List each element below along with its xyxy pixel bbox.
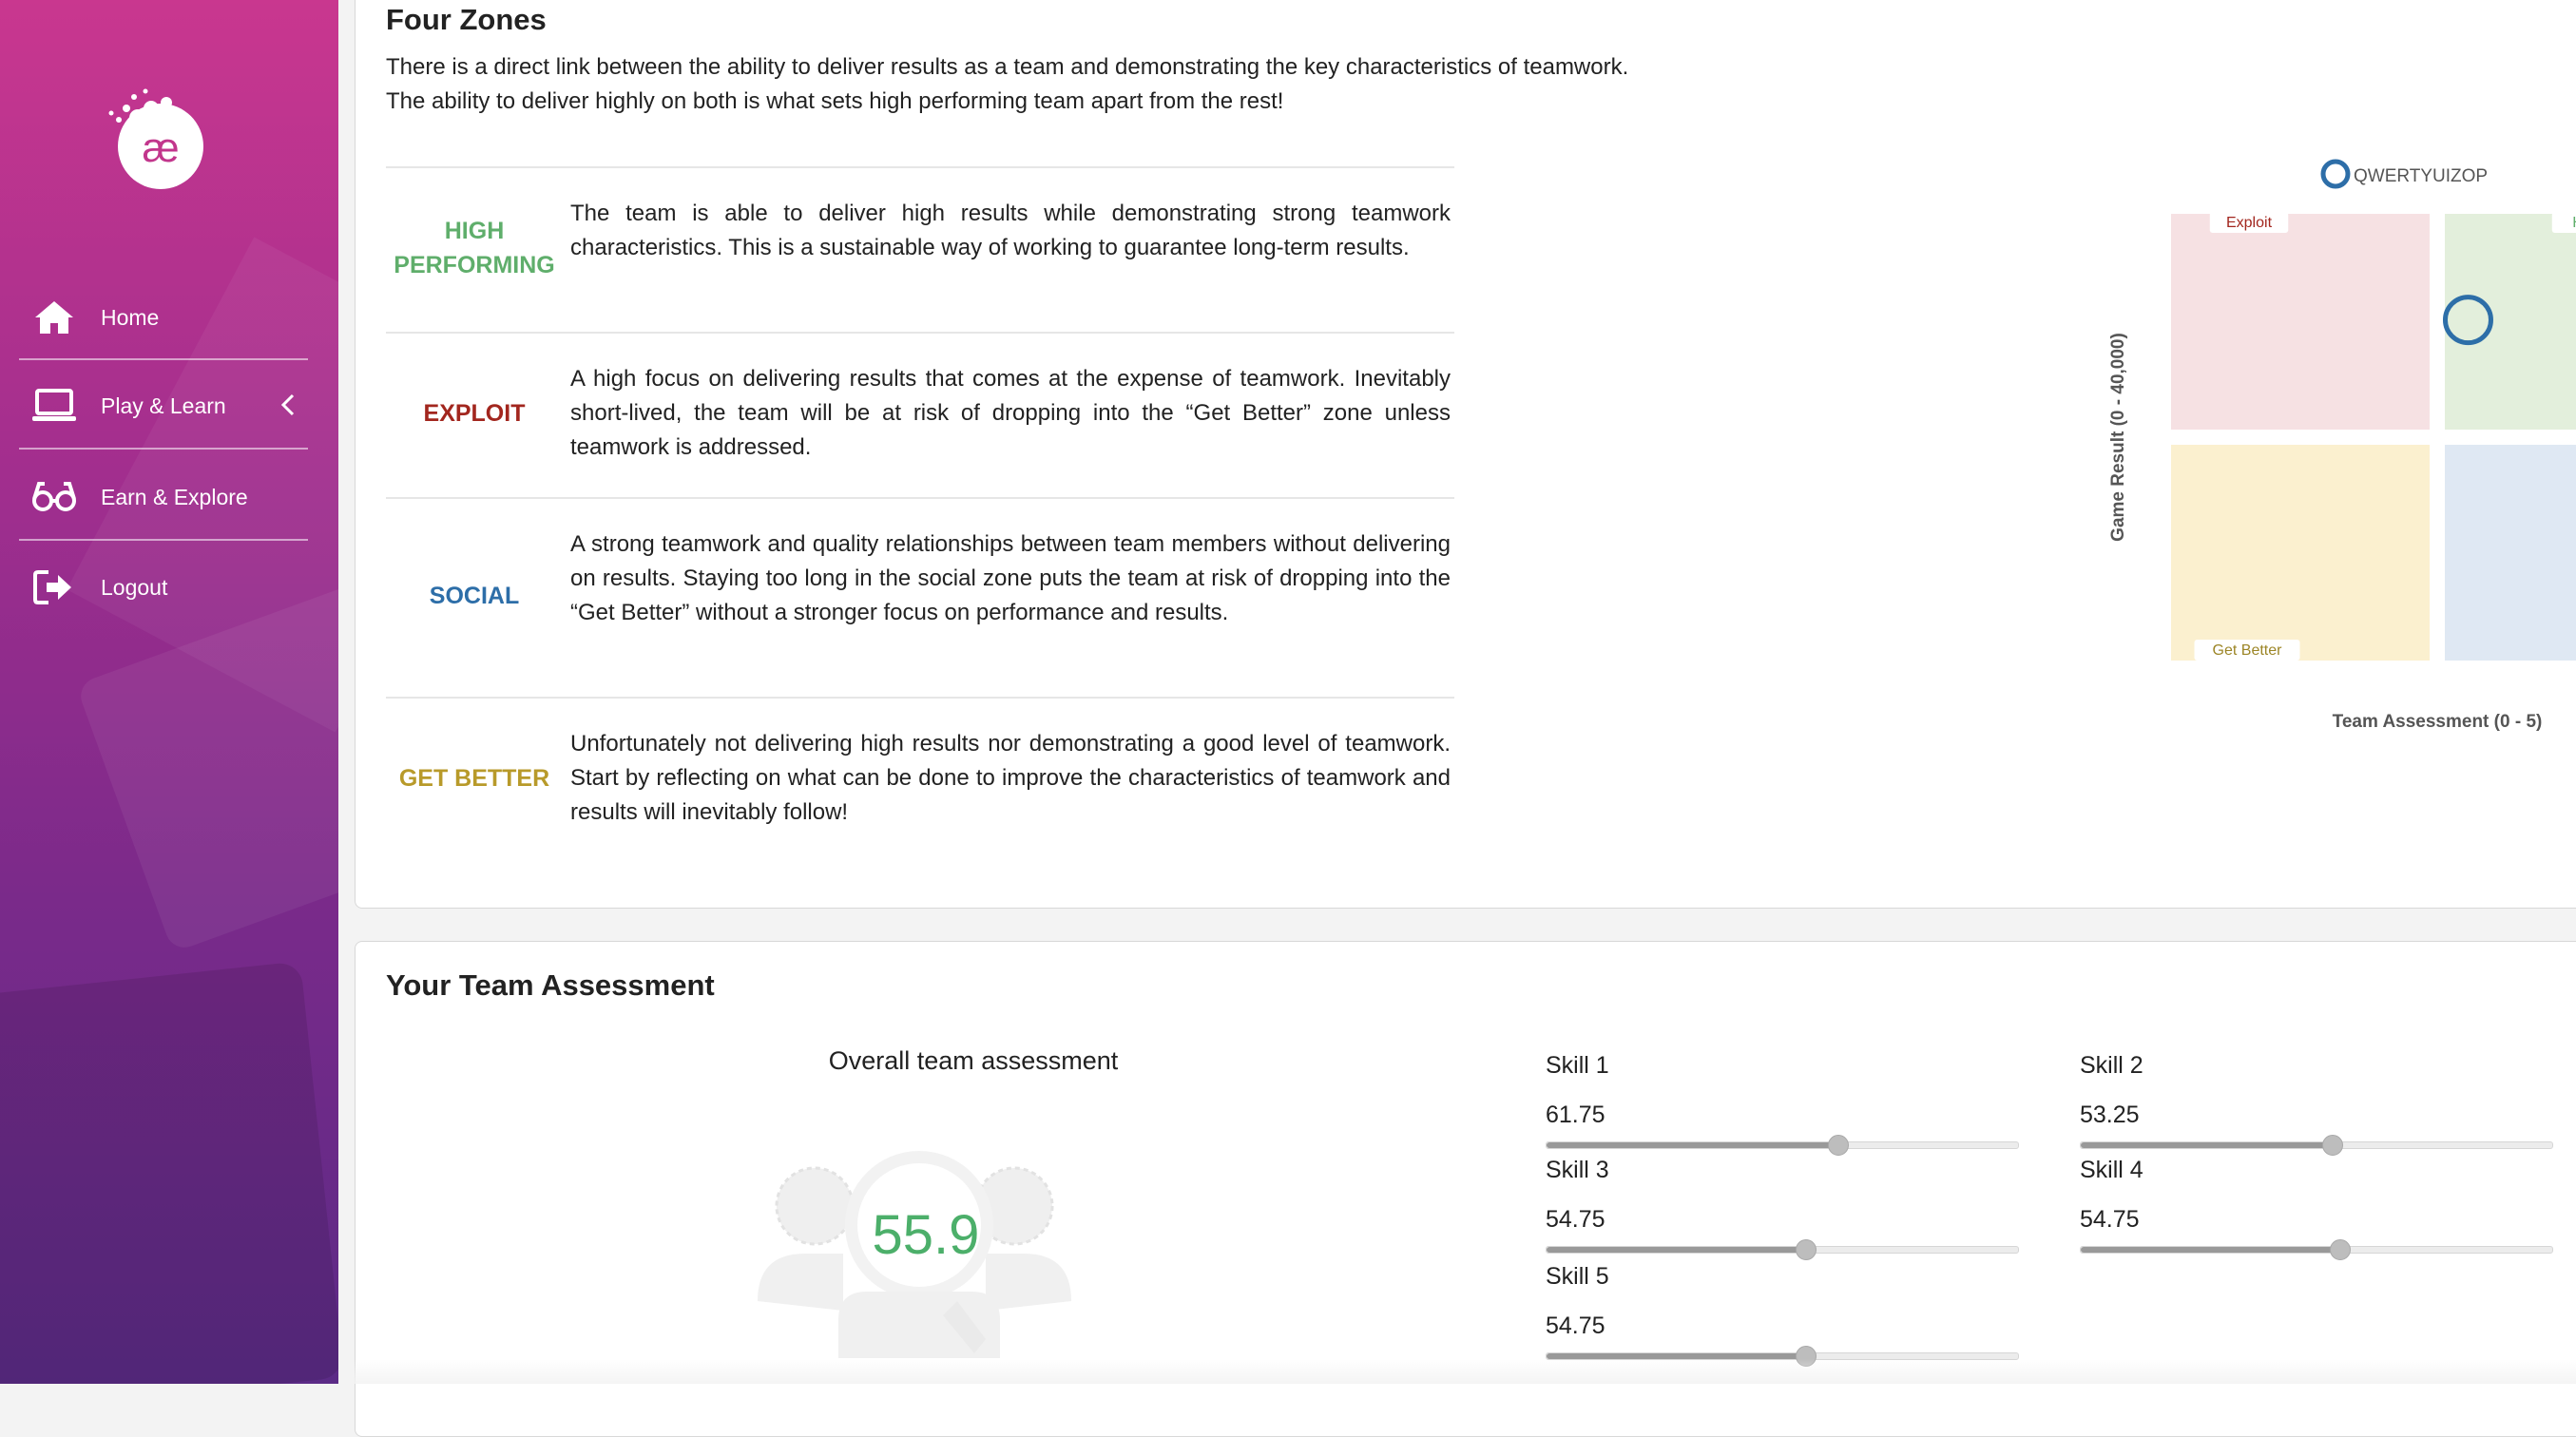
background-laptop-image: [0, 961, 338, 1384]
skill-slider-track[interactable]: [2080, 1239, 2553, 1260]
skill-slider-fill: [1547, 1247, 1805, 1253]
skill-slider-fill: [2081, 1247, 2339, 1253]
skill-slider-track[interactable]: [1546, 1239, 2019, 1260]
sidebar-item-label: Earn & Explore: [101, 484, 248, 509]
skill-value: 54.75: [1546, 1312, 1605, 1339]
skill-label: Skill 4: [2080, 1157, 2143, 1183]
zone-name-line: PERFORMING: [394, 252, 555, 278]
zone-name-line: HIGH: [444, 218, 505, 244]
skill-value: 54.75: [2080, 1206, 2140, 1233]
divider: [19, 358, 308, 360]
x-axis-label: Team Assessment (0 - 5): [2333, 712, 2543, 732]
quadrant-background: [2171, 214, 2430, 430]
section-title: Your Team Assessment: [386, 968, 715, 1002]
skill-slider-thumb[interactable]: [1828, 1135, 1850, 1156]
skill-label: Skill 1: [1546, 1052, 1609, 1079]
skill-value: 53.25: [2080, 1102, 2140, 1128]
intro-text: There is a direct link between the abili…: [386, 50, 1907, 119]
sidebar-item-logout[interactable]: Logout: [19, 544, 308, 631]
skill-slider-track[interactable]: [2080, 1135, 2553, 1156]
quadrant-exploit: Exploit: [2171, 212, 2430, 430]
app-logo[interactable]: æ: [90, 80, 214, 194]
skill-slider-track[interactable]: [1546, 1135, 2019, 1156]
quadrant-label: Exploit: [2226, 215, 2273, 231]
quadrant-get-better: Get Better: [2171, 445, 2430, 661]
quadrant-social: Social: [2445, 445, 2576, 661]
sidebar-item-label: Play & Learn: [101, 393, 226, 418]
skill-value: 54.75: [1546, 1206, 1605, 1233]
sidebar-item-earn-explore[interactable]: Earn & Explore: [19, 453, 308, 541]
skill-value: 61.75: [1546, 1102, 1605, 1128]
sidebar-item-home[interactable]: Home: [19, 274, 308, 361]
skill-slider-2: Skill 2 53.25: [2080, 1052, 2555, 1156]
intro-line: There is a direct link between the abili…: [386, 54, 1629, 80]
quadrant-high-performing: High Performing: [2445, 212, 2576, 430]
legend-marker: [2320, 159, 2351, 189]
section-title: Four Zones: [386, 3, 547, 36]
zone-description: The team is able to deliver high results…: [570, 201, 1451, 260]
zone-name: EXPLOIT: [423, 400, 526, 427]
zone-name: SOCIAL: [429, 583, 520, 609]
quadrant-background: [2171, 445, 2430, 661]
laptop-icon: [30, 382, 78, 430]
skill-label: Skill 2: [2080, 1052, 2143, 1079]
intro-line: The ability to deliver highly on both is…: [386, 88, 1284, 114]
skill-slider-fill: [2081, 1142, 2333, 1148]
zone-description: Unfortunately not delivering high result…: [570, 731, 1451, 825]
quadrant-label: Get Better: [2213, 642, 2283, 659]
quadrant-label: High Performing: [2572, 215, 2576, 231]
overall-score: 55.9: [872, 1204, 980, 1266]
divider: [19, 448, 308, 450]
divider: [19, 539, 308, 541]
y-axis-label: Game Result (0 - 40,000): [2108, 333, 2128, 542]
sidebar: æ Home Play & Learn Earn & Explore Logou…: [0, 0, 338, 1384]
logout-icon: [30, 564, 78, 611]
sidebar-item-label: Home: [101, 304, 160, 330]
skill-slider-4: Skill 4 54.75: [2080, 1157, 2555, 1260]
chart-plot-area: Exploit High Performing Get Better Social: [2171, 212, 2576, 661]
chart-legend[interactable]: QWERTYUIZOP: [2320, 159, 2488, 189]
zone-row-social: SOCIAL A strong teamwork and quality rel…: [386, 497, 1454, 697]
legend-label: QWERTYUIZOP: [2354, 166, 2488, 186]
zone-row-exploit: EXPLOIT A high focus on delivering resul…: [386, 332, 1454, 497]
overall-assessment-title: Overall team assessment: [828, 1046, 1119, 1075]
skill-slider-1: Skill 1 61.75: [1546, 1052, 2021, 1156]
skill-slider-fill: [1547, 1142, 1838, 1148]
zone-chart: QWERTYUIZOP Exploit High Performing Get Be…: [2108, 159, 2576, 732]
four-zones-panel: Four Zones There is a direct link betwee…: [355, 0, 2576, 909]
logo-text: æ: [142, 125, 179, 171]
sidebar-item-play-learn[interactable]: Play & Learn: [19, 362, 308, 450]
bottom-fade: [338, 1359, 2576, 1384]
zone-description: A high focus on delivering results that …: [570, 366, 1451, 460]
sidebar-item-label: Logout: [101, 574, 168, 600]
quadrant-background: [2445, 214, 2576, 430]
skill-slider-5: Skill 5 54.75: [1546, 1263, 2021, 1367]
glasses-icon: [30, 473, 78, 521]
skill-slider-thumb[interactable]: [2329, 1239, 2351, 1260]
quadrant-background: [2445, 445, 2576, 661]
skill-slider-thumb[interactable]: [2322, 1135, 2344, 1156]
zone-name: GET BETTER: [398, 765, 550, 792]
zone-row-high-performing: HIGH PERFORMING The team is able to deli…: [386, 166, 1454, 332]
skill-slider-thumb[interactable]: [1795, 1239, 1817, 1260]
zone-description: A strong teamwork and quality relationsh…: [570, 531, 1451, 625]
home-icon: [30, 294, 78, 341]
chevron-left-icon[interactable]: [279, 393, 297, 422]
zone-name: HIGH PERFORMING: [386, 214, 563, 282]
zone-row-get-better: GET BETTER Unfortunately not delivering …: [386, 697, 1454, 862]
skill-label: Skill 3: [1546, 1157, 1609, 1183]
skill-slider-3: Skill 3 54.75: [1546, 1157, 2021, 1260]
skill-label: Skill 5: [1546, 1263, 1609, 1290]
